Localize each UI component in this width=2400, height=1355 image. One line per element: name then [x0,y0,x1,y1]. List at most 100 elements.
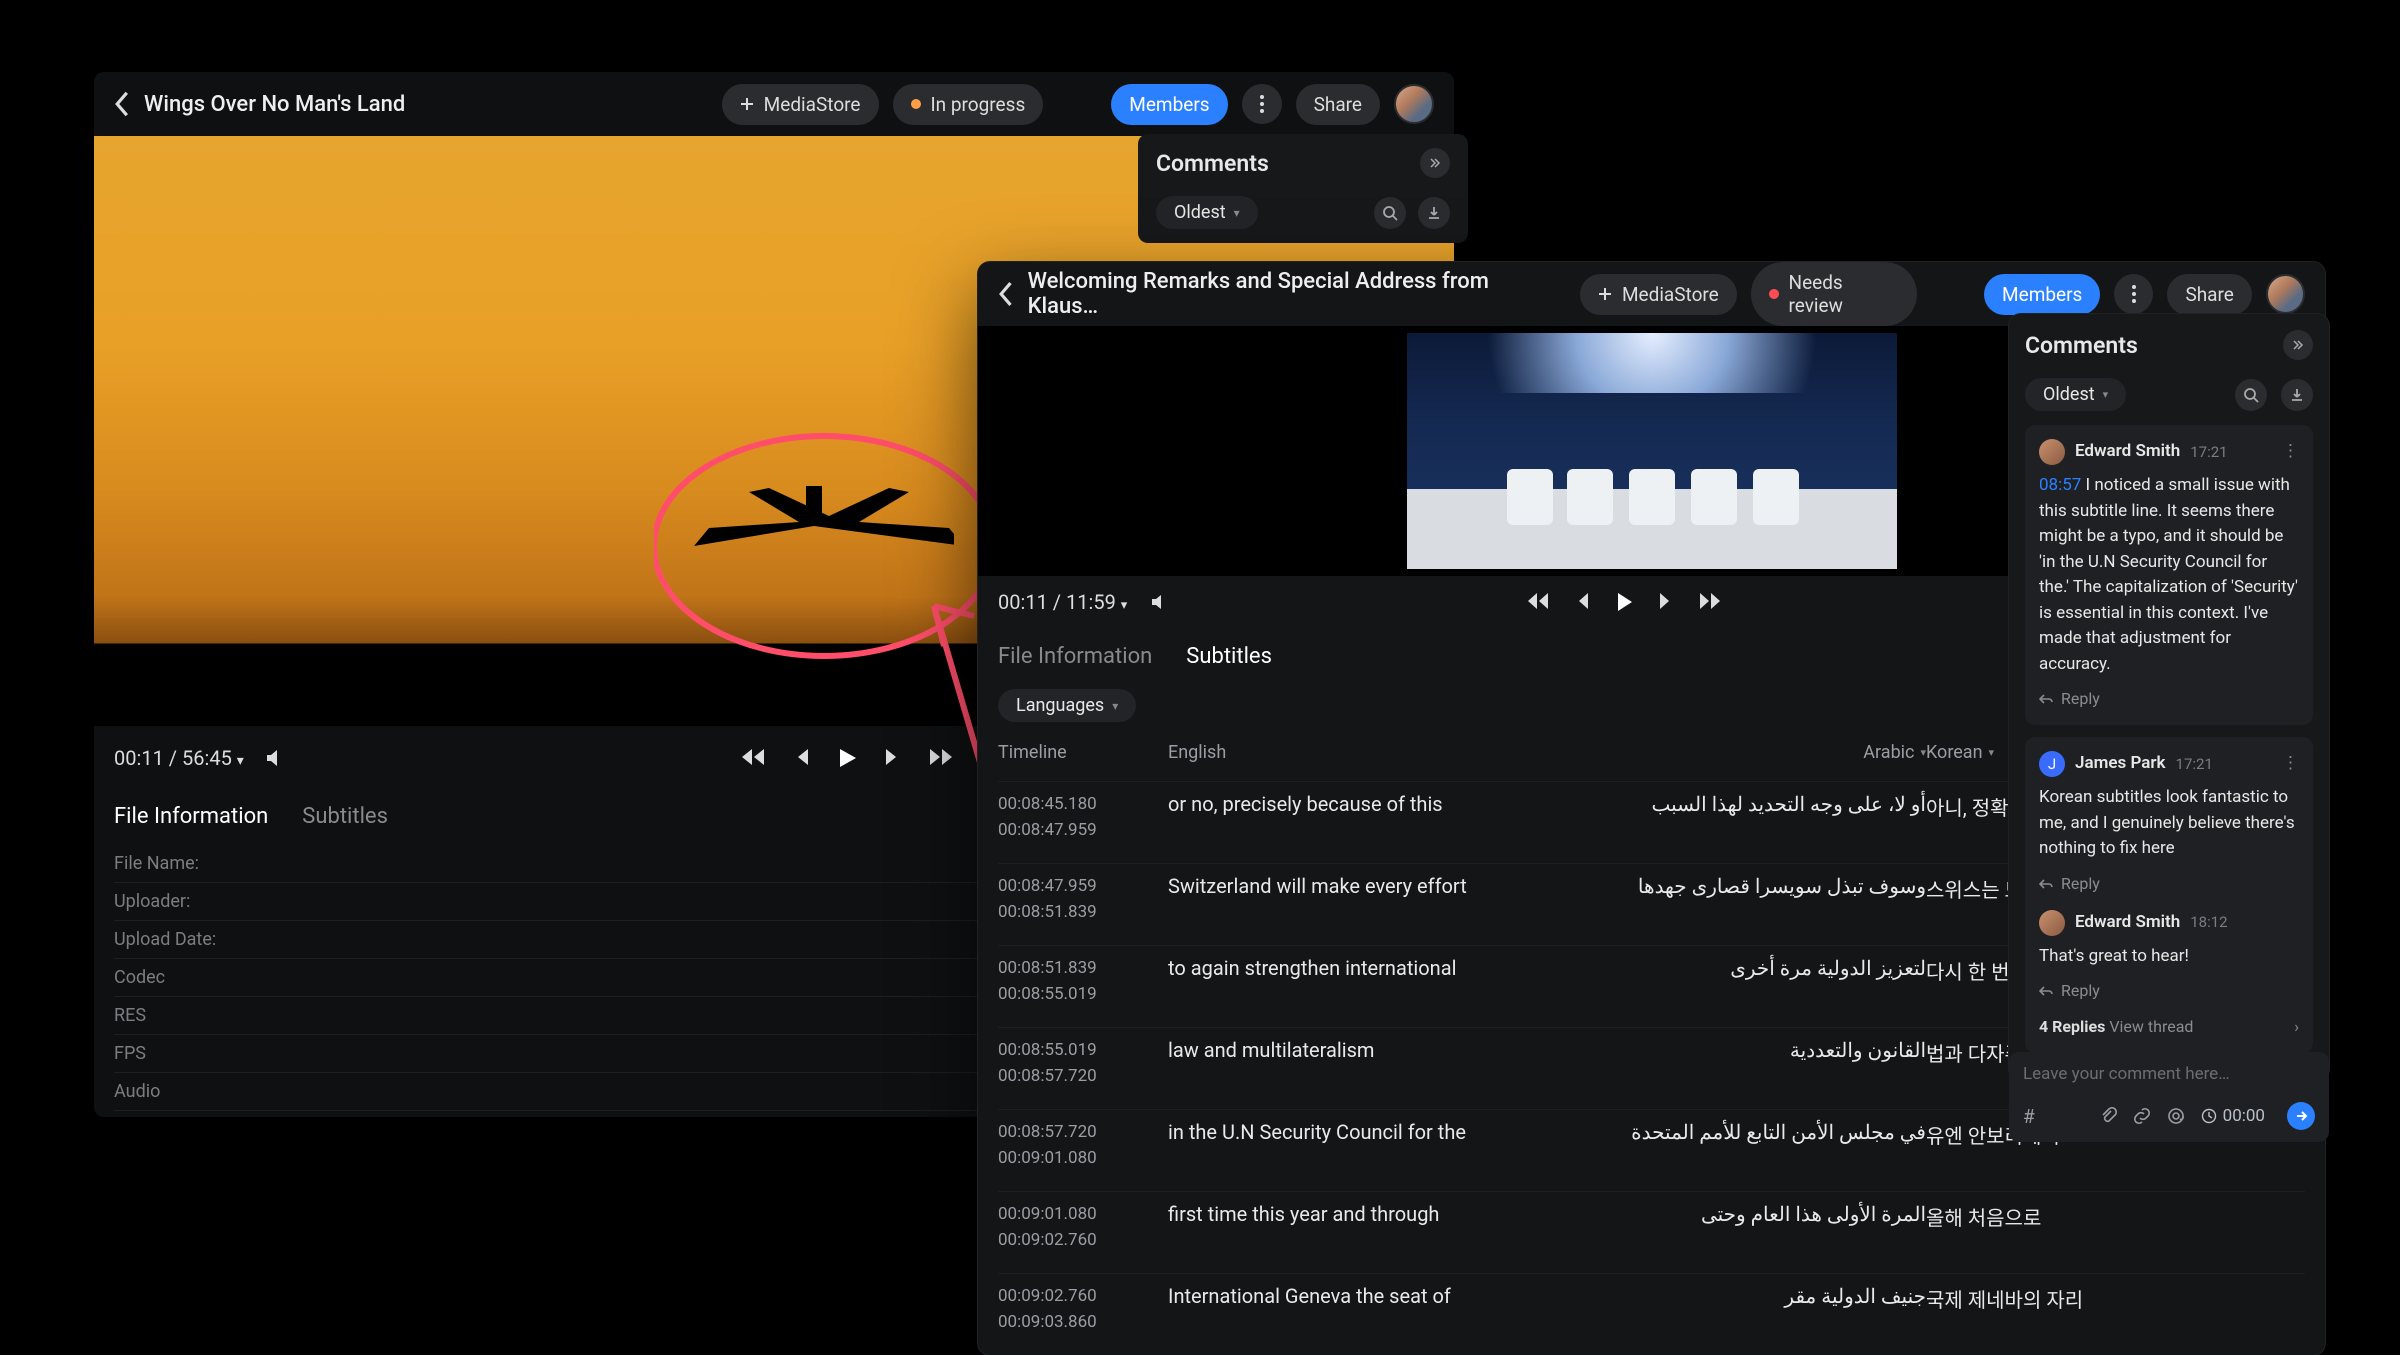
subtitle-english: International Geneva the seat of [1168,1284,1547,1335]
back-button[interactable]: Wings Over No Man's Land [114,91,405,117]
subtitle-korean: 국제 제네바의 자리 [1926,1284,2305,1335]
members-button[interactable]: Members [1984,274,2100,315]
status-pill[interactable]: Needs review [1751,262,1917,326]
step-forward-icon[interactable] [1658,592,1672,610]
sort-oldest[interactable]: Oldest▾ [2025,378,2126,411]
subtitle-arabic: أو لا، على وجه التحديد لهذا السبب [1547,792,1926,843]
sort-oldest[interactable]: Oldest▾ [1156,196,1258,229]
avatar [2039,439,2065,465]
comments-heading: Comments [2025,332,2138,359]
comment-menu[interactable]: ⋮ [2282,439,2299,465]
timestamp-tag[interactable]: 00:00 [2201,1106,2265,1126]
comment[interactable]: J James Park 17:21 ⋮ Korean subtitles lo… [2025,737,2313,1053]
status-dot-icon [1769,289,1779,299]
avatar[interactable] [1394,84,1434,124]
tab-file-info[interactable]: File Information [114,804,268,839]
comment-author: Edward Smith [2075,910,2180,936]
tab-subtitles[interactable]: Subtitles [1186,644,1272,669]
status-pill[interactable]: In progress [893,84,1044,125]
subtitle-korean: 올해 처음으로 [1926,1202,2305,1253]
chevron-left-icon [998,281,1014,307]
hash-button[interactable]: # [2023,1105,2035,1128]
subtitle-row[interactable]: 00:09:02.76000:09:03.860International Ge… [998,1273,2305,1355]
subtitle-english: first time this year and through [1168,1202,1547,1253]
plus-icon [740,97,754,111]
attach-icon[interactable] [2099,1107,2117,1125]
collapse-button[interactable] [1420,148,1450,178]
search-icon [2243,387,2259,403]
more-button[interactable] [2114,274,2153,314]
comment-time: 17:21 [2190,441,2227,464]
search-icon [1382,205,1398,221]
reply-button[interactable]: Reply [2039,979,2299,1003]
skip-back-icon[interactable] [1526,592,1550,610]
topbar: Wings Over No Man's Land MediaStore In p… [94,72,1454,136]
skip-forward-icon[interactable] [1698,592,1722,610]
step-back-icon[interactable] [1576,592,1590,610]
chevron-right-double-icon [1429,157,1441,169]
tab-file-info[interactable]: File Information [998,644,1152,669]
link-icon[interactable] [2133,1107,2151,1125]
col-timeline: Timeline [998,734,1168,771]
mediastore-button[interactable]: MediaStore [722,84,879,125]
subtitle-arabic: المرة الأولى هذا العام وحتى [1547,1202,1926,1253]
members-button[interactable]: Members [1111,84,1227,125]
subtitle-timecode: 00:08:51.83900:08:55.019 [998,956,1168,1007]
download-button[interactable] [2281,379,2313,411]
comment-input[interactable]: Leave your comment here… [2023,1064,2315,1084]
subtitle-english: to again strengthen international [1168,956,1547,1007]
download-button[interactable] [1418,197,1450,229]
chevron-right-double-icon [2292,339,2304,351]
subtitle-english: or no, precisely because of this [1168,792,1547,843]
share-button[interactable]: Share [1296,84,1380,125]
collapse-button[interactable] [2283,330,2313,360]
volume-icon[interactable] [1149,592,1169,612]
col-arabic[interactable]: Arabic▾ [1547,734,1926,771]
subtitle-arabic: في مجلس الأمن التابع للأمم المتحدة [1547,1120,1926,1171]
avatar[interactable] [2266,274,2305,314]
timecode: 00:11 / 56:45 ▾ [114,746,244,770]
avatar: J [2039,751,2065,777]
share-button[interactable]: Share [2167,274,2251,315]
back-button[interactable]: Welcoming Remarks and Special Address fr… [998,269,1552,319]
status-dot-icon [911,99,921,109]
subtitle-arabic: لتعزيز الدولية مرة أخرى [1547,956,1926,1007]
comment[interactable]: Edward Smith 17:21 ⋮ 08:57 I noticed a s… [2025,425,2313,725]
comment-body: 08:57 I noticed a small issue with this … [2039,473,2299,677]
play-icon[interactable] [1616,592,1632,612]
subtitle-arabic: جنيف الدولية مقر [1547,1284,1926,1335]
timecode: 00:11 / 11:59 ▾ [998,590,1127,614]
subtitle-timecode: 00:08:55.01900:08:57.720 [998,1038,1168,1089]
mediastore-button[interactable]: MediaStore [1580,274,1737,315]
volume-icon[interactable] [264,747,286,769]
chevron-left-icon [114,91,130,117]
more-button[interactable] [1242,84,1282,124]
search-button[interactable] [1374,197,1406,229]
comment-menu[interactable]: ⋮ [2282,751,2299,777]
subtitle-timecode: 00:08:57.72000:09:01.080 [998,1120,1168,1171]
comment-time: 17:21 [2176,753,2213,776]
search-button[interactable] [2235,379,2267,411]
subtitle-timecode: 00:08:47.95900:08:51.839 [998,874,1168,925]
send-button[interactable] [2287,1102,2315,1130]
more-vertical-icon [2132,285,2136,303]
download-icon [2289,387,2305,403]
subtitle-arabic: وسوف تبذل سويسرا قصارى جهدها [1547,874,1926,925]
subtitle-row[interactable]: 00:09:01.08000:09:02.760first time this … [998,1191,2305,1273]
page-title: Welcoming Remarks and Special Address fr… [1028,269,1552,319]
reply-icon [2039,693,2053,705]
view-thread[interactable]: 4 Replies View thread › [2039,1015,2299,1039]
subtitle-english: law and multilateralism [1168,1038,1547,1089]
reply-button[interactable]: Reply [2039,872,2299,896]
reply-button[interactable]: Reply [2039,687,2299,711]
mention-icon[interactable] [2167,1107,2185,1125]
comment-body: That's great to hear! [2039,944,2299,970]
subtitle-english: Switzerland will make every effort [1168,874,1547,925]
languages-dropdown[interactable]: Languages▾ [998,689,1136,722]
comments-panel-b: Comments Oldest▾ Edward Smith 17:21 ⋮ 08… [2009,314,2329,1081]
arrow-right-icon [2294,1109,2308,1123]
tab-subtitles[interactable]: Subtitles [302,804,388,839]
col-english: English [1168,734,1547,771]
subtitle-timecode: 00:09:01.08000:09:02.760 [998,1202,1168,1253]
comment-body: Korean subtitles look fantastic to me, a… [2039,785,2299,862]
